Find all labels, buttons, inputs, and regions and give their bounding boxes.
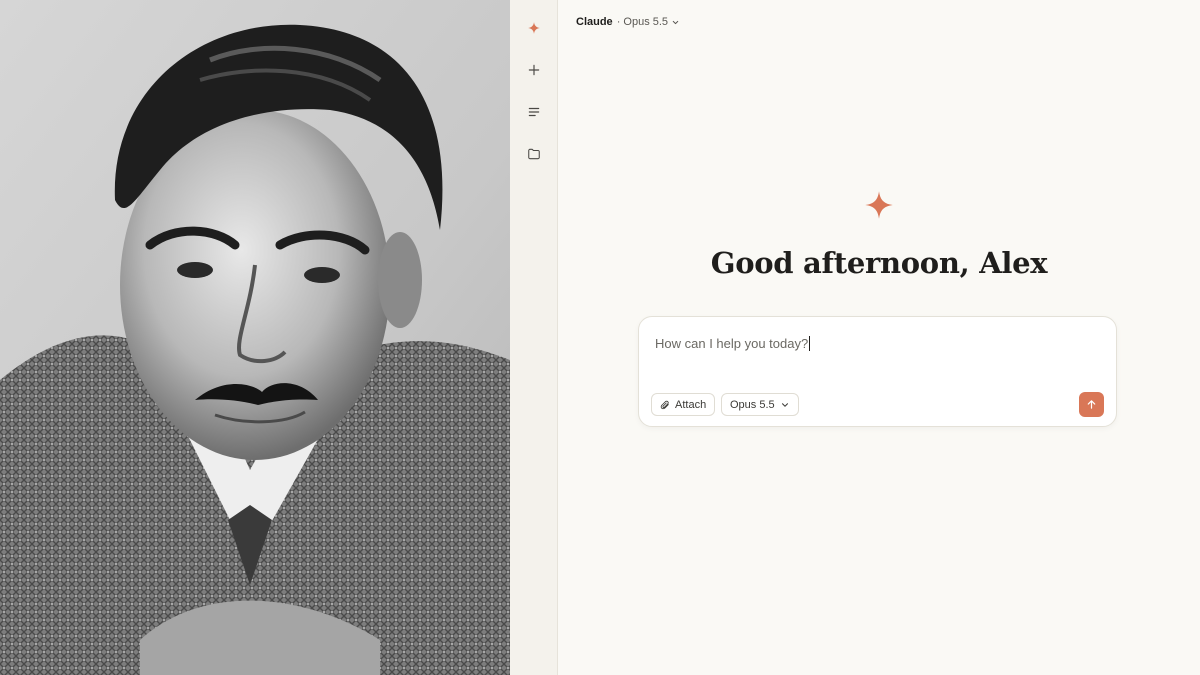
folder-icon	[527, 148, 540, 160]
paperclip-icon	[660, 400, 669, 409]
composer-model-label: Opus 5.5	[730, 398, 775, 411]
claude-logo-icon	[527, 22, 540, 34]
message-composer: How can I help you today? Attach Opus 5.…	[638, 316, 1117, 427]
composer-model-selector[interactable]: Opus 5.5	[721, 393, 799, 416]
app-title: Claude	[576, 16, 613, 28]
arrow-up-icon	[1087, 400, 1096, 409]
portrait-photo	[0, 0, 510, 675]
model-selector[interactable]: · Opus 5.5	[617, 16, 680, 28]
message-input-placeholder: How can I help you today?	[655, 335, 809, 351]
chats-list-button[interactable]	[522, 100, 546, 124]
chevron-down-icon	[672, 20, 679, 24]
attach-button[interactable]: Attach	[651, 393, 716, 416]
sidebar-rail	[510, 0, 558, 675]
list-icon	[528, 107, 539, 117]
chevron-down-icon	[781, 402, 788, 407]
claude-logo-button[interactable]	[522, 16, 546, 40]
text-caret	[809, 335, 811, 351]
main-area: Claude · Opus 5.5 Good afternoon, Alex H…	[558, 0, 1200, 675]
plus-icon	[528, 64, 539, 76]
attach-label: Attach	[675, 398, 707, 411]
claude-logo-icon	[865, 191, 893, 219]
greeting-heading: Good afternoon, Alex	[710, 246, 1048, 280]
model-selector-label: · Opus 5.5	[616, 16, 669, 28]
topbar: Claude · Opus 5.5	[576, 14, 680, 30]
projects-button[interactable]	[522, 142, 546, 166]
send-button[interactable]	[1079, 392, 1104, 417]
new-chat-button[interactable]	[522, 58, 546, 82]
message-input[interactable]: How can I help you today?	[655, 333, 1095, 353]
